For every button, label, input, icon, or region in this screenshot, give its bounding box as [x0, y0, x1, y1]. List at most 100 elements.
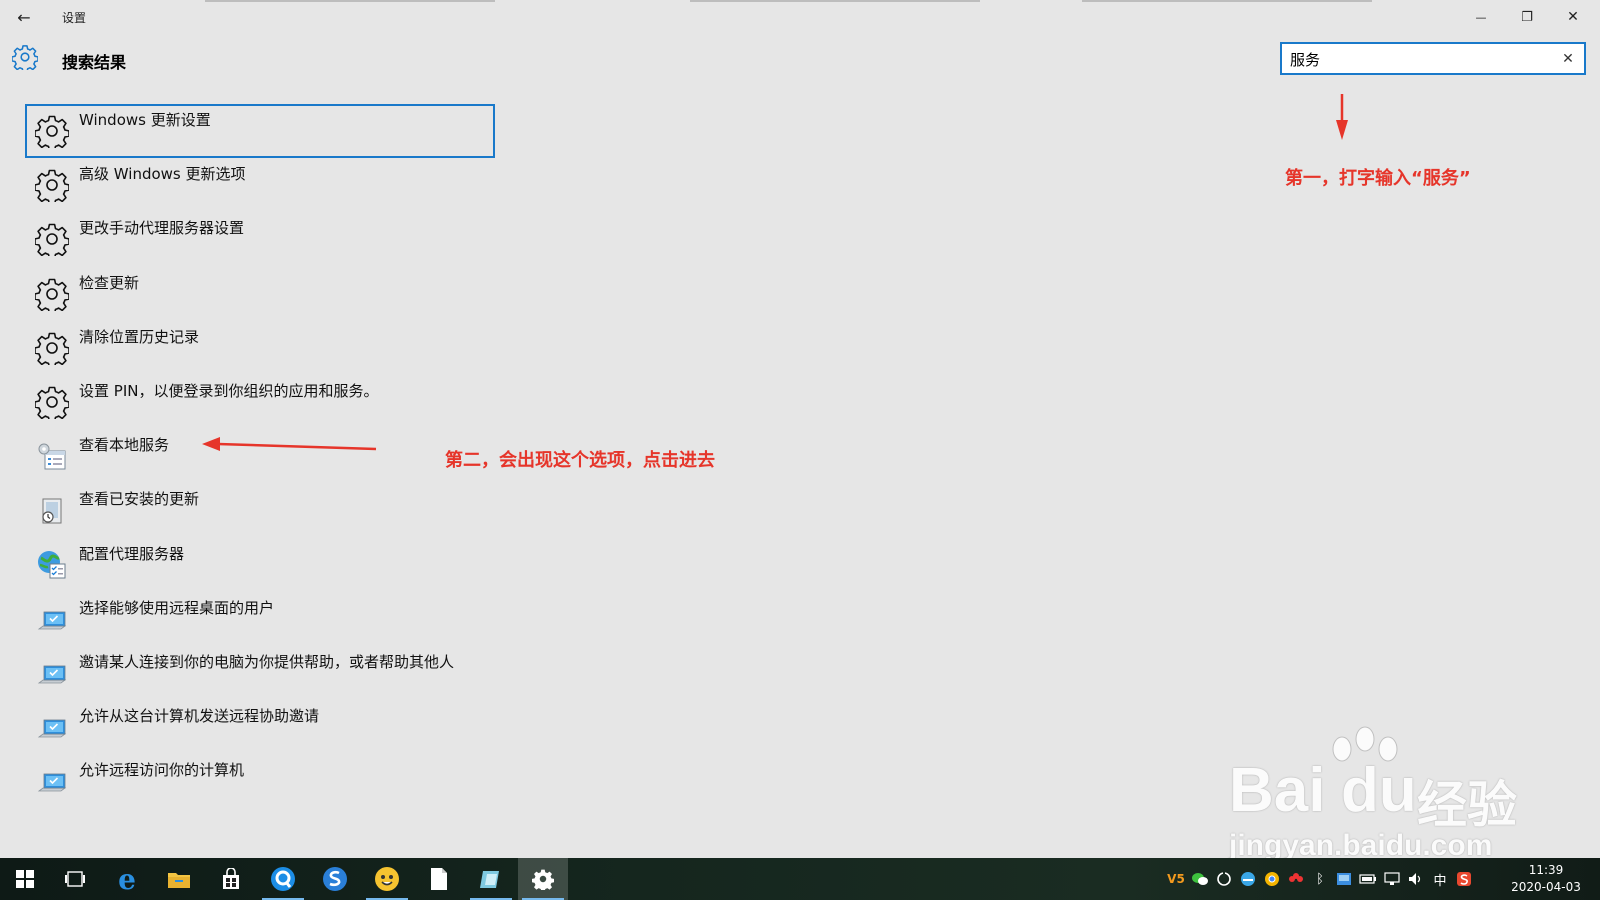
system-tray: V5 ᛒ 中: [1164, 858, 1476, 900]
browser-q-button[interactable]: [258, 858, 308, 900]
chrome-glyph: [1265, 872, 1279, 886]
result-advanced-windows-update[interactable]: 高级 Windows 更新选项: [25, 158, 495, 212]
gear-icon: [35, 114, 69, 148]
minimize-button[interactable]: —: [1458, 0, 1504, 34]
restore-icon: ❐: [1521, 9, 1533, 25]
start-button[interactable]: [0, 858, 50, 900]
network-icon[interactable]: [1380, 858, 1404, 900]
close-button[interactable]: ✕: [1550, 0, 1596, 34]
taskbar: e V5 ᛒ 中 11:39 2020-04-03: [0, 858, 1600, 900]
annotation-arrow-down: [1336, 94, 1348, 140]
result-label: 查看已安装的更新: [79, 490, 200, 509]
title-bar: ← 设置 — ❐ ✕: [0, 0, 1600, 34]
ime-indicator[interactable]: 中: [1428, 858, 1452, 900]
watermark-jingyan: 经验: [1417, 776, 1517, 834]
taskbar-clock[interactable]: 11:39 2020-04-03: [1506, 862, 1586, 896]
app-button[interactable]: [466, 858, 516, 900]
notepad-button[interactable]: [414, 858, 464, 900]
wechat-icon[interactable]: [1188, 858, 1212, 900]
battery-glyph: [1359, 874, 1376, 884]
search-clear-button[interactable]: ✕: [1558, 48, 1578, 70]
window-title: 设置: [62, 11, 87, 25]
baidu-watermark: Bai du 经验 jingyan.baidu.com: [1225, 725, 1525, 865]
settings-icon: [532, 869, 554, 890]
gear-icon: [12, 44, 38, 70]
minimize-icon: —: [1475, 10, 1487, 24]
sogou-ime-icon[interactable]: [1452, 858, 1476, 900]
result-label: 设置 PIN，以便登录到你组织的应用和服务。: [79, 381, 379, 400]
chrome-icon[interactable]: [1260, 858, 1284, 900]
store-button[interactable]: [206, 858, 256, 900]
settings-button[interactable]: [518, 858, 568, 900]
remote-desktop-icon: [35, 764, 69, 798]
remote-desktop-icon: [35, 710, 69, 744]
display-app-glyph: [1337, 873, 1351, 885]
maximize-button[interactable]: ❐: [1504, 0, 1550, 34]
volume-icon[interactable]: [1404, 858, 1428, 900]
tab-sliver: [690, 0, 980, 2]
result-label: 邀请某人连接到你的电脑为你提供帮助，或者帮助其他人: [79, 652, 455, 671]
battery-icon[interactable]: [1356, 858, 1380, 900]
gear-icon: [35, 222, 69, 256]
store-icon: [223, 868, 239, 889]
qq-emoji-button[interactable]: [362, 858, 412, 900]
result-set-pin[interactable]: 设置 PIN，以便登录到你组织的应用和服务。: [25, 375, 495, 429]
back-button[interactable]: ←: [8, 2, 40, 32]
search-input[interactable]: [1290, 48, 1550, 70]
result-allow-remote-access[interactable]: 允许远程访问你的计算机: [25, 754, 495, 808]
display-app-icon[interactable]: [1332, 858, 1356, 900]
result-windows-update-settings[interactable]: Windows 更新设置: [25, 104, 495, 159]
result-check-updates[interactable]: 检查更新: [25, 267, 495, 321]
v5-icon[interactable]: V5: [1164, 858, 1188, 900]
tab-sliver: [205, 0, 495, 2]
tab-sliver: [1082, 0, 1372, 2]
task-view-icon: [65, 871, 85, 887]
remote-desktop-icon: [35, 656, 69, 690]
volume-glyph: [1409, 873, 1421, 885]
search-box[interactable]: ✕: [1280, 42, 1586, 75]
result-configure-proxy[interactable]: 配置代理服务器: [25, 538, 495, 592]
qq-emoji-icon: [375, 867, 399, 891]
edge-icon: e: [118, 862, 136, 896]
task-view-button[interactable]: [50, 858, 100, 900]
gear-icon: [35, 331, 69, 365]
search-results-list: Windows 更新设置 高级 Windows 更新选项 更改手动代理服务器设置…: [25, 104, 495, 808]
result-label: 清除位置历史记录: [79, 327, 200, 346]
network-glyph: [1384, 872, 1400, 885]
remote-desktop-icon: [35, 602, 69, 636]
bluetooth-icon[interactable]: ᛒ: [1308, 858, 1332, 900]
result-label: 允许从这台计算机发送远程协助邀请: [79, 707, 320, 726]
result-label: 检查更新: [79, 273, 140, 292]
result-label: 更改手动代理服务器设置: [79, 219, 245, 238]
result-manual-proxy-settings[interactable]: 更改手动代理服务器设置: [25, 212, 495, 266]
result-view-installed-updates[interactable]: 查看已安装的更新: [25, 483, 495, 537]
sogou-button[interactable]: [310, 858, 360, 900]
result-allow-remote-assistance[interactable]: 允许从这台计算机发送远程协助邀请: [25, 700, 495, 754]
app-icon: [480, 871, 499, 888]
network-app-glyph: [1241, 872, 1255, 886]
result-label: 查看本地服务: [79, 436, 170, 455]
services-icon: [35, 439, 69, 473]
result-clear-location-history[interactable]: 清除位置历史记录: [25, 321, 495, 375]
network-app-icon[interactable]: [1236, 858, 1260, 900]
sogou-ime-glyph: [1457, 872, 1471, 886]
power-glyph: [1217, 872, 1231, 886]
back-arrow-icon: ←: [17, 7, 31, 27]
notepad-icon: [431, 868, 447, 890]
red-app-icon[interactable]: [1284, 858, 1308, 900]
watermark-brand-du: du: [1341, 756, 1417, 825]
result-remote-desktop-users[interactable]: 选择能够使用远程桌面的用户: [25, 592, 495, 646]
close-icon: ✕: [1567, 9, 1579, 25]
result-label: 选择能够使用远程桌面的用户: [79, 598, 275, 617]
power-icon[interactable]: [1212, 858, 1236, 900]
globe-settings-icon: [35, 548, 69, 582]
edge-button[interactable]: e: [102, 858, 152, 900]
gear-icon: [35, 168, 69, 202]
result-label: 高级 Windows 更新选项: [79, 165, 246, 184]
result-invite-remote-assistance[interactable]: 邀请某人连接到你的电脑为你提供帮助，或者帮助其他人: [25, 646, 495, 700]
start-icon: [16, 870, 34, 888]
result-label: Windows 更新设置: [79, 111, 211, 129]
browser-q-icon: [271, 867, 295, 891]
file-explorer-button[interactable]: [154, 858, 204, 900]
page-title: 搜索结果: [62, 53, 127, 72]
